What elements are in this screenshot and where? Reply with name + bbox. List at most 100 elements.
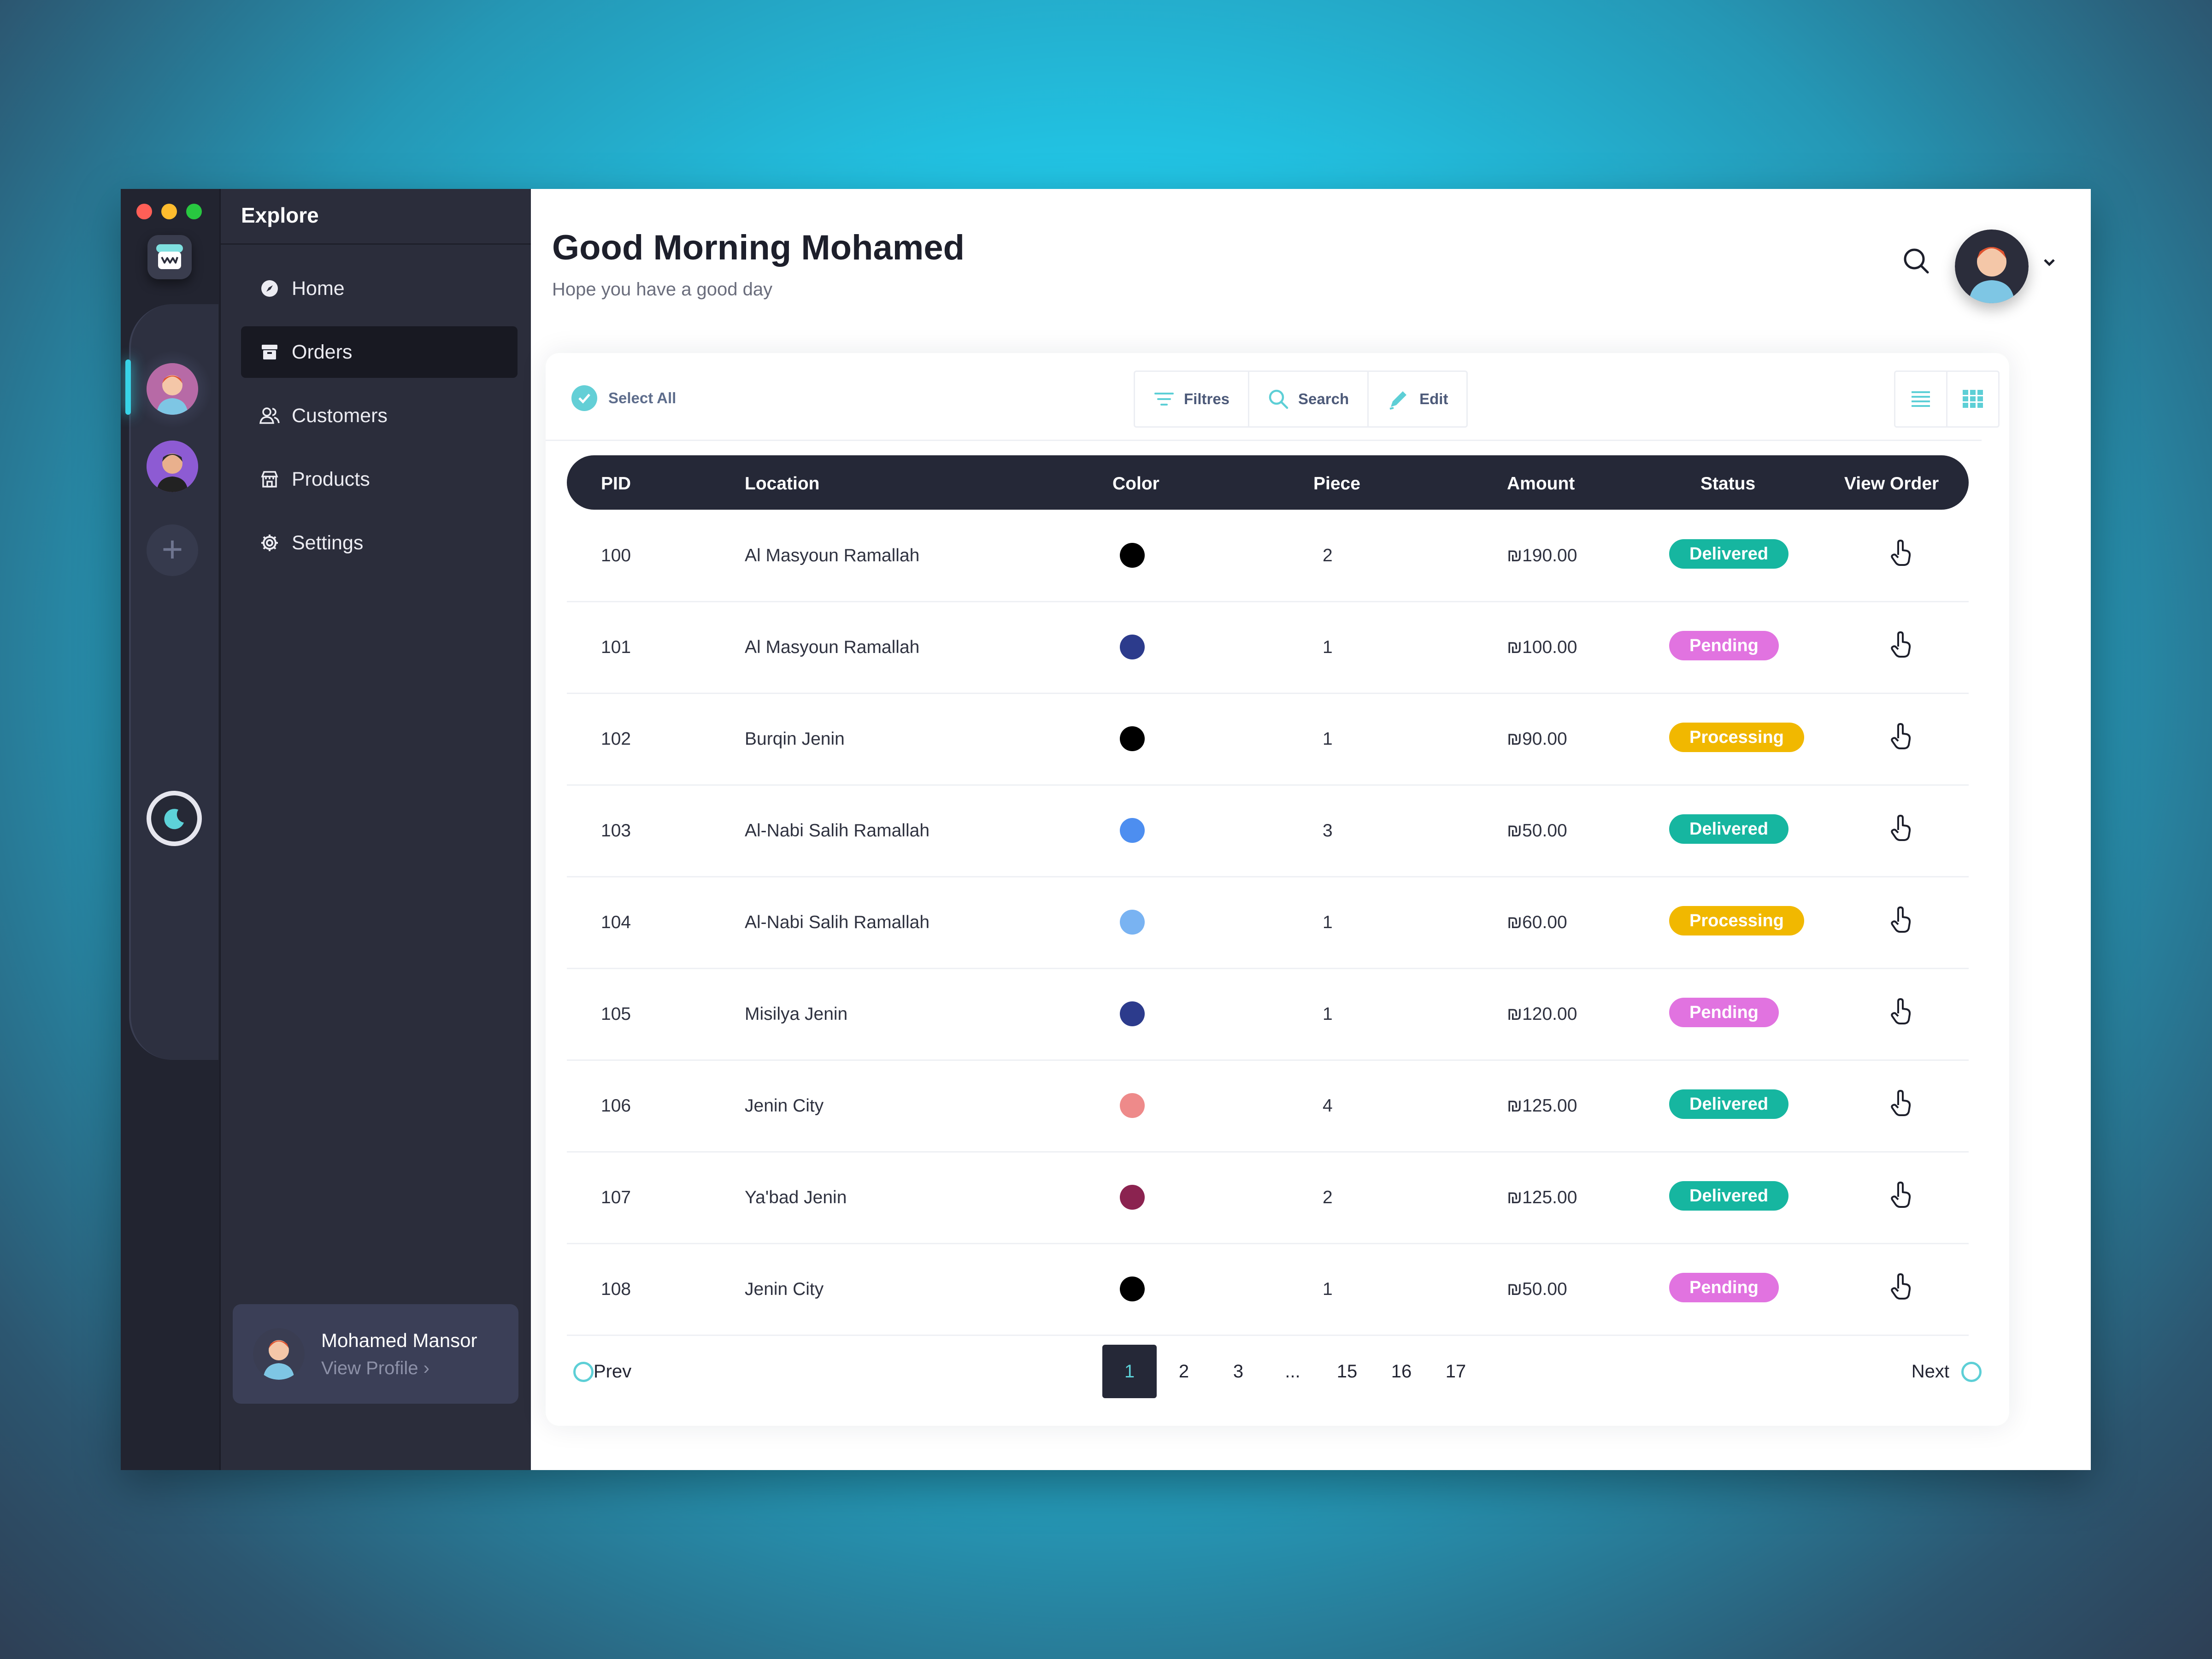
view-profile-link[interactable]: View Profile › xyxy=(321,1358,477,1379)
column-header-location[interactable]: Location xyxy=(745,474,820,494)
cell-piece: 2 xyxy=(1323,1188,1333,1207)
tap-hand-icon xyxy=(1891,723,1911,749)
table-row[interactable]: 108 Jenin City 1 ₪50.00 Pending xyxy=(567,1244,1969,1336)
user-avatar[interactable] xyxy=(1955,229,2029,303)
divider xyxy=(546,440,1982,441)
list-icon xyxy=(1912,391,1930,407)
chevron-down-icon[interactable] xyxy=(2043,258,2055,269)
sidebar-item-customers[interactable]: Customers xyxy=(241,390,518,441)
sidebar-item-orders[interactable]: Orders xyxy=(241,326,518,378)
view-order-button[interactable] xyxy=(1885,812,1918,845)
cell-piece: 4 xyxy=(1323,1096,1333,1116)
status-badge: Pending xyxy=(1669,1273,1779,1302)
cell-amount: ₪190.00 xyxy=(1507,546,1577,565)
add-workspace-button[interactable]: + xyxy=(147,524,198,576)
orders-panel: Select All Filtres Search Edit PID Locat… xyxy=(546,353,2009,1426)
filter-icon xyxy=(1153,391,1175,407)
tap-hand-icon xyxy=(1891,540,1911,566)
view-order-button[interactable] xyxy=(1885,628,1918,661)
view-order-button[interactable] xyxy=(1885,995,1918,1028)
table-row[interactable]: 100 Al Masyoun Ramallah 2 ₪190.00 Delive… xyxy=(567,511,1969,602)
circle-icon xyxy=(1961,1361,1982,1382)
basket-icon xyxy=(156,244,183,269)
filters-button[interactable]: Filtres xyxy=(1135,372,1250,426)
app-logo[interactable] xyxy=(147,235,192,279)
prev-page-button[interactable]: Prev xyxy=(573,1361,631,1382)
view-order-button[interactable] xyxy=(1885,1270,1918,1303)
cell-amount: ₪60.00 xyxy=(1507,912,1567,932)
next-page-button[interactable]: Next xyxy=(1912,1361,1982,1382)
search-tool-button[interactable]: Search xyxy=(1249,372,1369,426)
close-window-button[interactable] xyxy=(136,204,152,219)
cell-pid: 107 xyxy=(601,1188,631,1207)
filters-label: Filtres xyxy=(1184,390,1230,407)
cell-pid: 104 xyxy=(601,912,631,932)
workspace-avatar-1[interactable] xyxy=(147,363,198,415)
search-label: Search xyxy=(1298,390,1349,407)
table-row[interactable]: 102 Burqin Jenin 1 ₪90.00 Processing xyxy=(567,694,1969,786)
profile-card[interactable]: Mohamed Mansor View Profile › xyxy=(233,1304,518,1404)
column-header-status[interactable]: Status xyxy=(1700,474,1755,494)
minimize-window-button[interactable] xyxy=(161,204,177,219)
search-button[interactable] xyxy=(1899,243,1934,278)
status-badge: Delivered xyxy=(1669,1089,1789,1119)
cell-amount: ₪100.00 xyxy=(1507,637,1577,657)
list-view-button[interactable] xyxy=(1895,372,1947,426)
maximize-window-button[interactable] xyxy=(186,204,202,219)
orders-table-body: 100 Al Masyoun Ramallah 2 ₪190.00 Delive… xyxy=(567,511,1969,1336)
sidebar-item-products[interactable]: Products xyxy=(241,453,518,505)
page-number-button[interactable]: 1 xyxy=(1102,1345,1157,1398)
column-header-view-order[interactable]: View Order xyxy=(1844,474,1939,494)
page-ellipsis: ... xyxy=(1285,1361,1300,1382)
divider xyxy=(221,243,532,245)
table-row[interactable]: 103 Al-Nabi Salih Ramallah 3 ₪50.00 Deli… xyxy=(567,786,1969,877)
sidebar-item-home[interactable]: Home xyxy=(241,263,518,314)
table-row[interactable]: 101 Al Masyoun Ramallah 1 ₪100.00 Pendin… xyxy=(567,602,1969,694)
column-header-pid[interactable]: PID xyxy=(601,474,631,494)
select-all-button[interactable]: Select All xyxy=(571,385,676,411)
page-number-button[interactable]: 2 xyxy=(1157,1345,1211,1398)
cell-piece: 1 xyxy=(1323,1004,1333,1024)
cell-pid: 100 xyxy=(601,546,631,565)
table-row[interactable]: 107 Ya'bad Jenin 2 ₪125.00 Delivered xyxy=(567,1153,1969,1244)
view-order-button[interactable] xyxy=(1885,536,1918,570)
check-icon xyxy=(571,385,597,411)
page-subtitle: Hope you have a good day xyxy=(552,279,773,300)
cell-amount: ₪125.00 xyxy=(1507,1096,1577,1116)
edit-button[interactable]: Edit xyxy=(1369,372,1466,426)
column-header-color[interactable]: Color xyxy=(1112,474,1159,494)
cell-piece: 1 xyxy=(1323,912,1333,932)
grid-view-button[interactable] xyxy=(1947,372,1998,426)
column-header-amount[interactable]: Amount xyxy=(1507,474,1575,494)
view-order-button[interactable] xyxy=(1885,1178,1918,1212)
table-row[interactable]: 104 Al-Nabi Salih Ramallah 1 ₪60.00 Proc… xyxy=(567,877,1969,969)
table-row[interactable]: 106 Jenin City 4 ₪125.00 Delivered xyxy=(567,1061,1969,1153)
page-number-button[interactable]: 3 xyxy=(1211,1345,1265,1398)
page-number-button[interactable]: 15 xyxy=(1320,1345,1374,1398)
search-icon xyxy=(1904,248,1929,274)
grid-icon xyxy=(1963,390,1983,408)
page-number-button[interactable]: 17 xyxy=(1429,1345,1483,1398)
sidebar-item-settings[interactable]: Settings xyxy=(241,517,518,569)
cell-location: Jenin City xyxy=(745,1096,824,1116)
workspace-avatar-2[interactable] xyxy=(147,441,198,492)
sidebar-item-label: Home xyxy=(292,277,345,300)
profile-name: Mohamed Mansor xyxy=(321,1329,477,1351)
archive-icon xyxy=(259,341,281,363)
page-number-button[interactable]: 16 xyxy=(1374,1345,1429,1398)
view-order-button[interactable] xyxy=(1885,903,1918,936)
color-swatch xyxy=(1120,726,1145,751)
toolbar: Filtres Search Edit xyxy=(1134,371,1468,428)
store-icon xyxy=(259,468,281,490)
status-badge: Delivered xyxy=(1669,539,1789,569)
sidebar-item-label: Products xyxy=(292,468,370,490)
pagination: Prev 1 2 3... 15 16 17 Next xyxy=(546,1345,2009,1400)
cell-amount: ₪50.00 xyxy=(1507,821,1567,841)
dark-mode-toggle[interactable] xyxy=(147,791,202,846)
column-header-piece[interactable]: Piece xyxy=(1313,474,1360,494)
table-row[interactable]: 105 Misilya Jenin 1 ₪120.00 Pending xyxy=(567,969,1969,1061)
view-order-button[interactable] xyxy=(1885,1087,1918,1120)
cell-amount: ₪120.00 xyxy=(1507,1004,1577,1024)
color-swatch xyxy=(1120,1185,1145,1210)
view-order-button[interactable] xyxy=(1885,720,1918,753)
